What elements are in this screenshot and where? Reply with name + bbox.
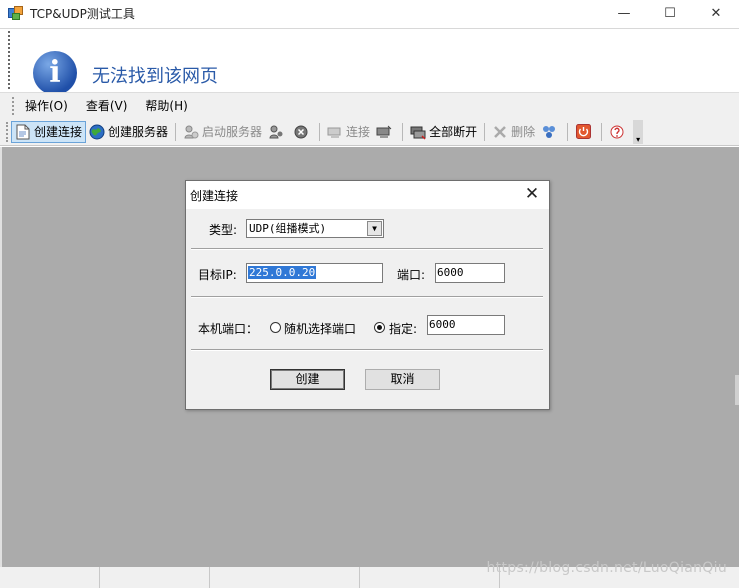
random-port-label[interactable]: 随机选择端口 [284, 320, 356, 337]
cancel-button[interactable]: 取消 [365, 369, 440, 390]
status-segment [210, 567, 360, 588]
specify-port-radio[interactable] [374, 322, 385, 333]
browser-info-area: i 无法找到该网页 [0, 28, 739, 95]
target-ip-input[interactable]: 225.0.0.20 [246, 263, 383, 283]
toolbar: 创建连接 创建服务器 启动服务器 连接 全部断开 删除 ▾ [0, 118, 739, 146]
toolbar-grip[interactable] [6, 121, 9, 142]
info-icon: i [33, 51, 77, 95]
create-server-button[interactable]: 创建服务器 [86, 121, 171, 143]
stop-server-button[interactable] [265, 121, 290, 143]
minimize-button[interactable]: — [601, 0, 647, 26]
port-value: 6000 [437, 266, 464, 279]
maximize-button[interactable]: ☐ [647, 0, 693, 26]
dialog-close-button[interactable]: ✕ [523, 185, 541, 203]
status-segment [100, 567, 210, 588]
connection-type-value: UDP(组播模式) [249, 222, 327, 235]
dialog-title: 创建连接 [190, 188, 239, 203]
toolbar-separator [601, 122, 603, 141]
cancel-server-button[interactable] [290, 121, 315, 143]
disconnect-all-button[interactable]: 全部断开 [407, 121, 480, 143]
connect-button[interactable]: 连接 [324, 121, 373, 143]
settings-button[interactable] [538, 121, 563, 143]
menubar-grip[interactable] [12, 96, 15, 115]
power-icon [575, 124, 591, 140]
delete-button[interactable]: 删除 [489, 121, 538, 143]
start-server-icon [183, 124, 199, 140]
type-label: 类型: [209, 223, 238, 237]
divider [191, 248, 543, 250]
menu-help[interactable]: 帮助(H) [139, 97, 193, 114]
delete-icon [492, 124, 508, 140]
specify-port-label[interactable]: 指定: [389, 320, 417, 337]
create-connection-button[interactable]: 创建连接 [11, 120, 87, 143]
chevron-down-icon[interactable]: ▼ [367, 221, 382, 236]
status-segment [360, 567, 500, 588]
target-ip-value: 225.0.0.20 [248, 266, 317, 279]
menu-operate[interactable]: 操作(O) [19, 97, 74, 114]
port-label: 端口: [397, 268, 426, 282]
new-connection-icon [15, 124, 31, 140]
divider [191, 296, 543, 298]
scrollbar-hint[interactable] [735, 375, 739, 405]
random-port-radio[interactable] [270, 322, 281, 333]
watermark: https://blog.csdn.net/LuoQianQiu [486, 560, 727, 576]
cancel-circle-icon [293, 124, 309, 140]
toolbar-separator [175, 122, 177, 141]
port-input[interactable]: 6000 [435, 263, 505, 283]
create-button[interactable]: 创建 [270, 369, 345, 390]
toolbar-overflow-button[interactable]: ▾ [633, 119, 644, 144]
dialog-title-bar: 创建连接 ✕ [186, 181, 549, 209]
menu-view[interactable]: 查看(V) [80, 97, 134, 114]
toolbar-separator [402, 122, 404, 141]
local-port-label: 本机端口： [198, 322, 259, 336]
power-button[interactable] [572, 121, 597, 143]
title-bar: TCP&UDP测试工具 — ☐ ✕ [0, 0, 739, 26]
server-user-icon [268, 124, 284, 140]
disconnect-icon [376, 124, 392, 140]
menu-bar: 操作(O) 查看(V) 帮助(H) [0, 92, 739, 118]
globe-server-icon [89, 124, 105, 140]
divider [191, 349, 543, 351]
page-not-found-message: 无法找到该网页 [92, 66, 218, 87]
close-button[interactable]: ✕ [693, 0, 739, 26]
toolbar-separator [319, 122, 321, 141]
target-ip-label: 目标IP: [198, 268, 237, 282]
toolbar-separator [567, 122, 569, 141]
panel-grip [8, 31, 11, 89]
specify-port-input[interactable]: 6000 [427, 315, 505, 335]
cluster-icon [541, 124, 557, 140]
disconnect-all-icon [410, 124, 426, 140]
window-title: TCP&UDP测试工具 [30, 6, 135, 21]
connect-icon [327, 124, 343, 140]
specify-port-value: 6000 [429, 318, 456, 331]
help-question-icon [609, 124, 625, 140]
toolbar-separator [484, 122, 486, 141]
connection-type-select[interactable]: UDP(组播模式) ▼ [246, 219, 384, 238]
app-icon [8, 5, 24, 21]
status-segment [0, 567, 100, 588]
disconnect-button[interactable] [373, 121, 398, 143]
window-controls: — ☐ ✕ [601, 0, 739, 26]
start-server-button[interactable]: 启动服务器 [180, 121, 265, 143]
create-connection-dialog: 创建连接 ✕ 类型: UDP(组播模式) ▼ 目标IP: 225.0.0.20 … [185, 180, 550, 410]
help-button[interactable] [606, 121, 631, 143]
